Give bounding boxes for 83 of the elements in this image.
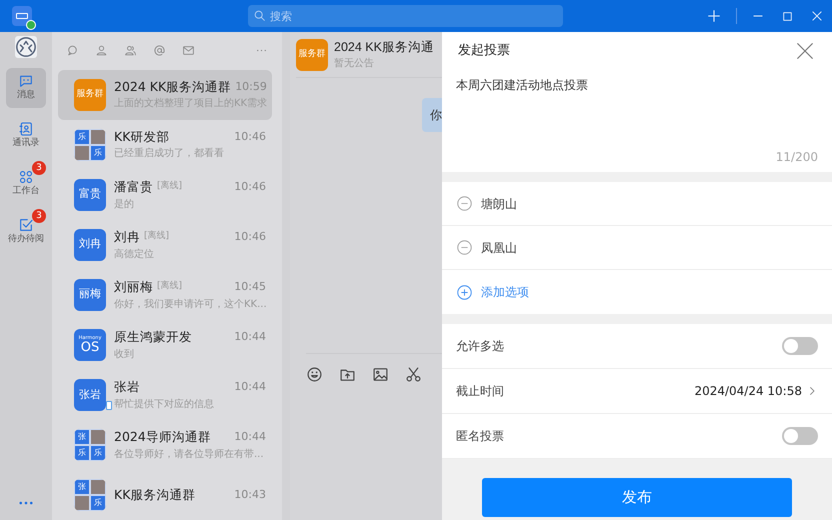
close-icon[interactable]: [810, 9, 824, 23]
conversation-name: 刘冉: [114, 228, 140, 246]
status-label: [离线]: [144, 230, 170, 244]
at-icon[interactable]: [153, 44, 166, 58]
contact-book-icon: [18, 121, 34, 138]
chat-title: 2024 KK服务沟通: [334, 38, 434, 56]
nav-item[interactable]: 消息: [6, 68, 46, 108]
timestamp: 10:45: [234, 278, 266, 295]
checkbox-icon: [18, 217, 34, 234]
timestamp: 10:46: [234, 228, 266, 245]
people-icon[interactable]: [124, 44, 137, 58]
avatar: 张岩: [74, 378, 106, 411]
message-preview: 收到: [114, 348, 135, 362]
announcement-text: 暂无公告: [334, 56, 375, 72]
toggle-switch[interactable]: [782, 427, 818, 445]
conversation-name: 刘丽梅: [114, 278, 153, 296]
chat-bubble-icon[interactable]: [66, 44, 79, 58]
conversation-name: 2024 KK服务沟通群: [114, 78, 232, 96]
message-bubble: 你: [422, 98, 442, 132]
conversation-item[interactable]: 刘冉 刘冉 [离线] 10:46 高德定位: [58, 220, 272, 270]
conversation-name: KK研发部: [114, 128, 170, 146]
nav-item[interactable]: 待办待阅 3: [6, 212, 46, 252]
grid-icon: [18, 169, 34, 186]
timestamp: 10:44: [234, 379, 266, 396]
status-label: [离线]: [157, 280, 182, 294]
status-label: [离线]: [157, 180, 182, 194]
conversation-name: 潘富贵: [114, 178, 153, 196]
setting-label: 截止时间: [456, 383, 504, 400]
conversation-name: KK服务沟通群: [114, 486, 196, 504]
message-preview: 高德定位: [114, 248, 155, 262]
timestamp: 10:44: [234, 329, 266, 346]
person-icon[interactable]: [95, 44, 108, 58]
count-badge: 3: [32, 209, 46, 223]
deadline-value[interactable]: 2024/04/24 10:58: [694, 382, 802, 400]
avatar: 刘冉: [74, 228, 106, 261]
maximize-icon[interactable]: [781, 10, 794, 22]
timestamp: 10:46: [234, 178, 266, 195]
message-preview: 帮忙提供下对应的信息: [114, 398, 215, 412]
timestamp: 10:43: [234, 486, 266, 503]
conversation-name: 张岩: [114, 378, 140, 396]
publish-button[interactable]: 发布: [482, 478, 792, 517]
conversation-name: 原生鸿蒙开发: [114, 328, 192, 346]
remove-icon[interactable]: [456, 239, 473, 256]
conversation-item[interactable]: 乐 乐 KK研发部 10:46 已经重启成功了，都看看: [58, 120, 272, 170]
message-preview: 已经重启成功了，都看看: [114, 146, 225, 162]
count-badge: 3: [32, 161, 46, 175]
option-text: 凤凰山: [481, 240, 517, 256]
conversation-item[interactable]: 张 乐 KK服务沟通群 10:43: [58, 470, 272, 520]
avatar: 富贵: [74, 178, 106, 211]
timestamp: 10:46: [234, 128, 266, 145]
conversation-item[interactable]: 张 乐 乐 2024导师沟通群 10:44 各位导师好，请各位导师在有带...: [58, 420, 272, 470]
message-preview: 各位导师好，请各位导师在有带...: [114, 448, 265, 462]
timestamp: 10:59: [235, 78, 267, 95]
avatar: 丽梅: [74, 278, 106, 311]
search-field[interactable]: 搜索: [248, 5, 563, 27]
chat-icon: [18, 73, 34, 90]
message-preview: 你好，我们要申请许可，这个KK...: [114, 298, 266, 312]
toggle-switch[interactable]: [782, 337, 818, 355]
setting-label: 匿名投票: [456, 428, 504, 445]
add-icon[interactable]: [706, 8, 722, 24]
conversation-item[interactable]: 张岩 张岩 10:44 帮忙提供下对应的信息: [58, 370, 272, 420]
conversation-item[interactable]: 丽梅 刘丽梅 [离线] 10:45 你好，我们要申请许可，这个KK...: [58, 270, 272, 320]
timestamp: 10:44: [234, 429, 266, 446]
nav-item[interactable]: 工作台 3: [6, 164, 46, 204]
conversation-item[interactable]: 富贵 潘富贵 [离线] 10:46 是的: [58, 170, 272, 220]
avatar: 服务群: [296, 38, 328, 70]
message-preview: 是的: [114, 198, 135, 212]
remove-icon[interactable]: [456, 195, 473, 212]
scissors-icon[interactable]: [405, 366, 422, 383]
close-icon[interactable]: [794, 40, 816, 62]
character-counter: 11/200: [776, 149, 818, 166]
conversation-name: 2024导师沟通群: [114, 428, 211, 446]
option-text: 塘朗山: [481, 196, 517, 212]
search-icon: [253, 9, 266, 22]
mail-icon[interactable]: [182, 44, 195, 58]
avatar: 服务群: [74, 78, 106, 111]
panel-title: 发起投票: [458, 42, 510, 60]
emoji-icon[interactable]: [306, 366, 323, 383]
add-icon: [456, 284, 473, 300]
avatar-icon: [15, 36, 37, 58]
nav-item[interactable]: 通讯录: [6, 116, 46, 156]
image-icon[interactable]: [372, 366, 389, 383]
setting-label: 允许多选: [456, 338, 504, 355]
